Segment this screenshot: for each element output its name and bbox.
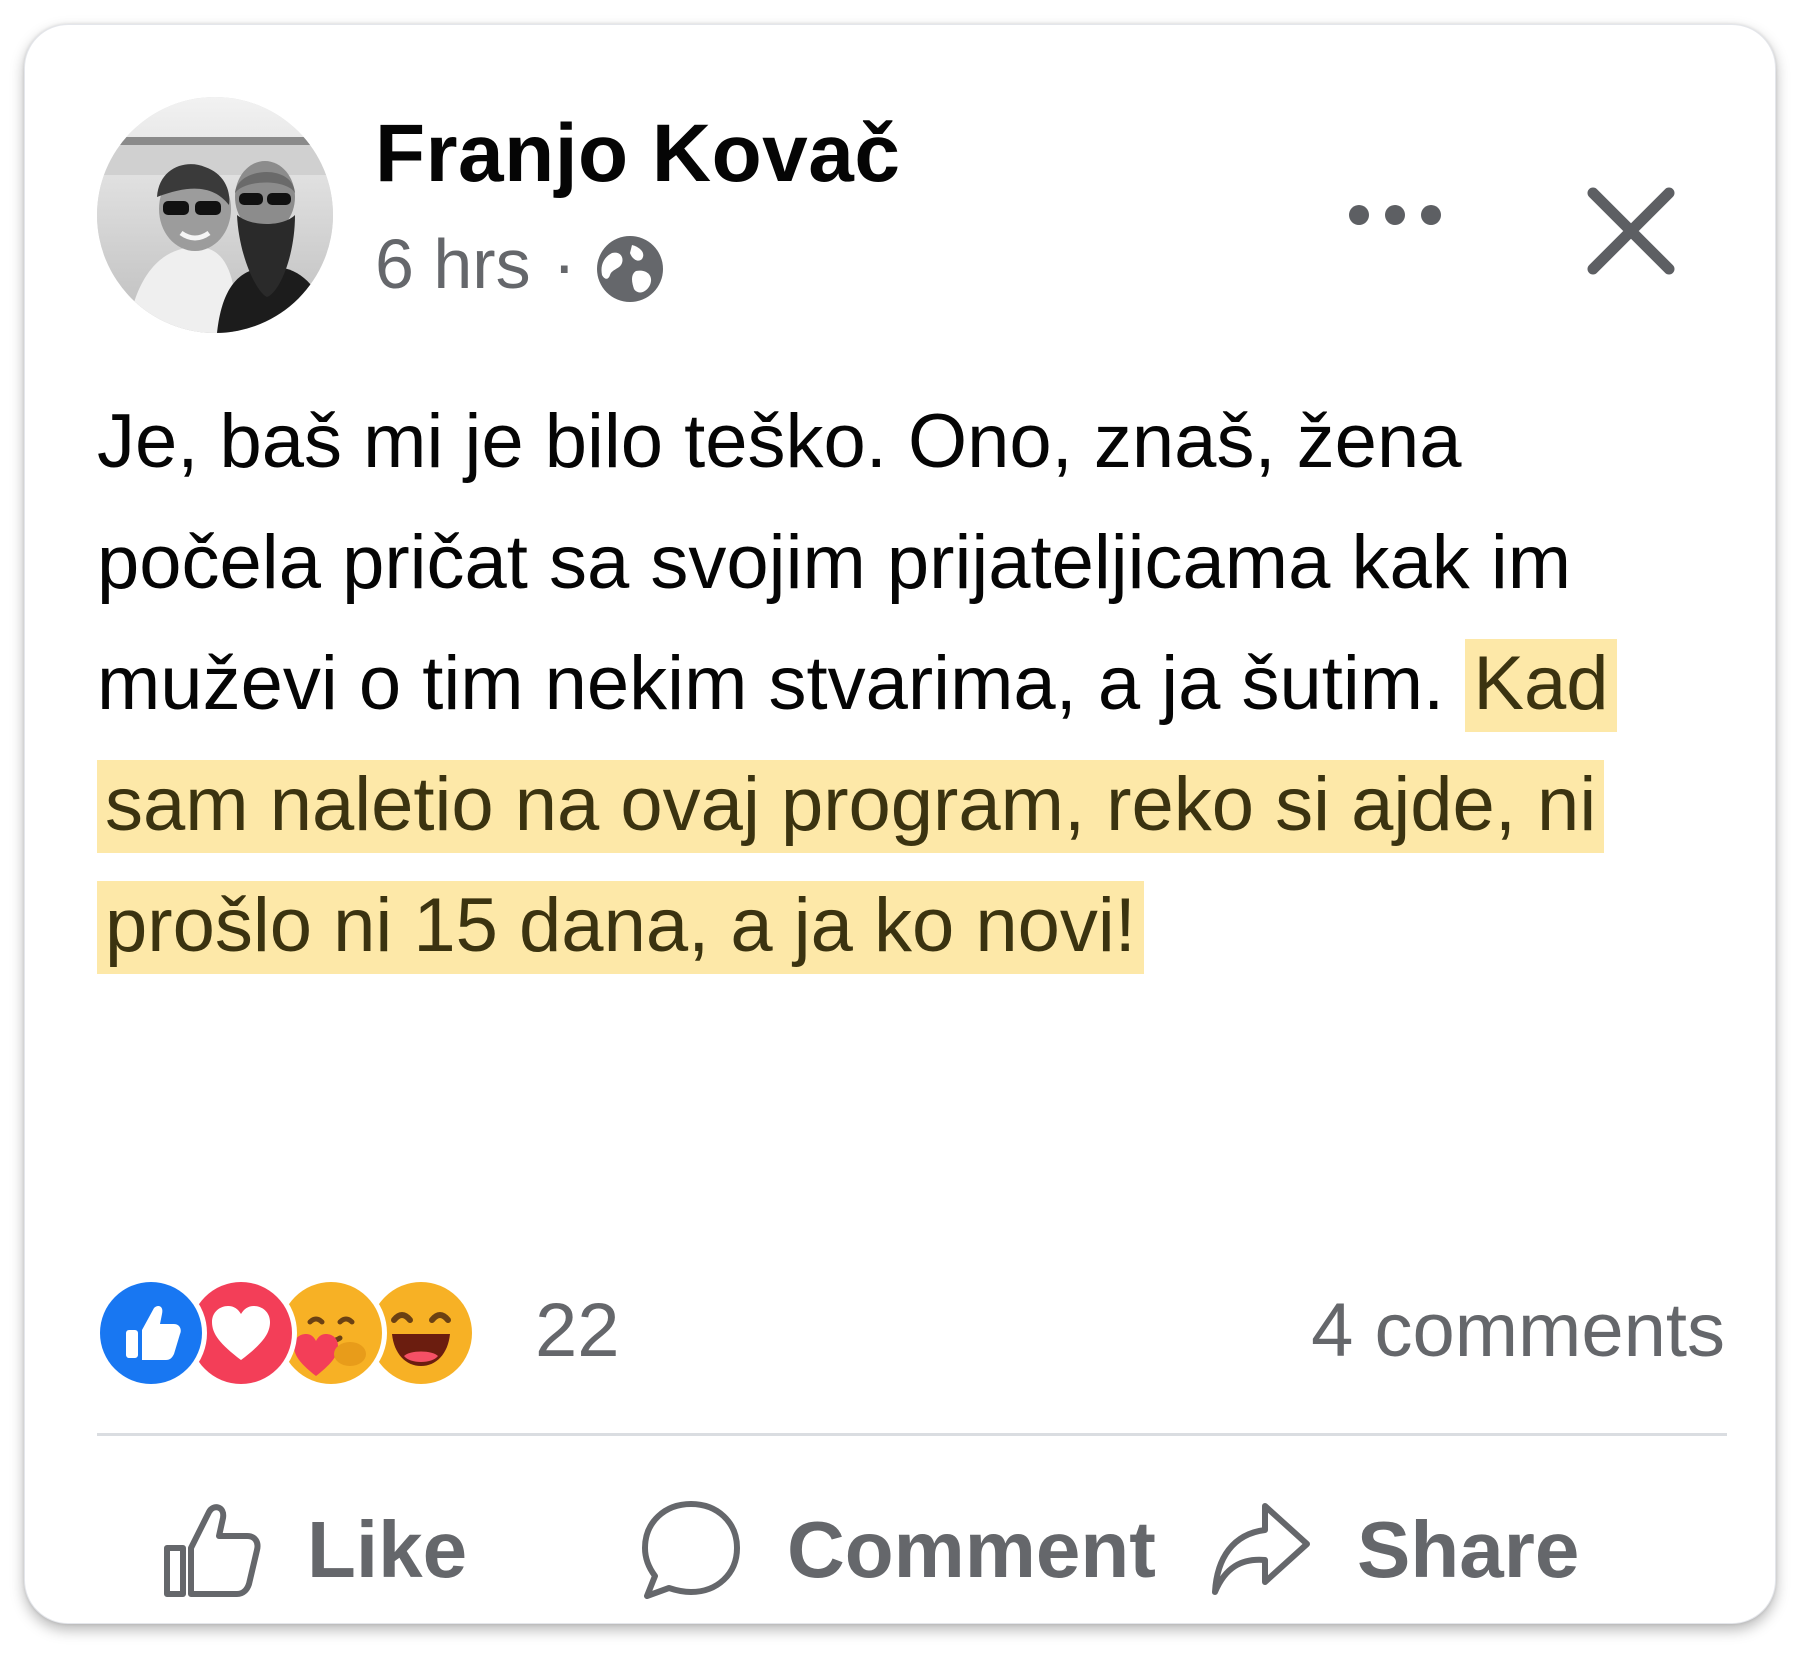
action-bar: Like Comment Share (97, 1485, 1727, 1615)
more-horizontal-icon (1349, 205, 1441, 225)
divider (97, 1433, 1727, 1436)
more-options-button[interactable] (1325, 175, 1465, 255)
like-button[interactable]: Like (157, 1485, 467, 1615)
like-icon (164, 1504, 261, 1597)
comments-count[interactable]: 4 comments (1311, 1287, 1725, 1374)
post-card: Franjo Kovač 6 hrs · Je, baš mi je bilo … (24, 24, 1776, 1624)
post-time[interactable]: 6 hrs (375, 224, 531, 304)
author-name[interactable]: Franjo Kovač (375, 107, 900, 201)
comment-button[interactable]: Comment (637, 1485, 1156, 1615)
meta-separator: · (552, 225, 576, 303)
share-label: Share (1357, 1505, 1580, 1594)
share-icon (1212, 1503, 1310, 1595)
close-button[interactable] (1571, 171, 1691, 291)
post-meta: 6 hrs · (375, 221, 668, 307)
like-reaction-icon (95, 1277, 207, 1389)
close-icon (1587, 187, 1675, 275)
comment-label: Comment (787, 1505, 1156, 1594)
reactions-summary[interactable]: 22 4 comments (95, 1273, 1725, 1389)
globe-icon[interactable] (592, 231, 668, 307)
comment-icon (642, 1501, 740, 1599)
post-body: Je, baš mi je bilo teško. Ono, znaš, žen… (97, 381, 1697, 986)
reaction-count[interactable]: 22 (535, 1287, 620, 1374)
avatar[interactable] (97, 97, 333, 333)
share-button[interactable]: Share (1207, 1485, 1579, 1615)
like-label: Like (307, 1505, 468, 1594)
post-text-plain: Je, baš mi je bilo teško. Ono, znaš, žen… (97, 399, 1572, 726)
